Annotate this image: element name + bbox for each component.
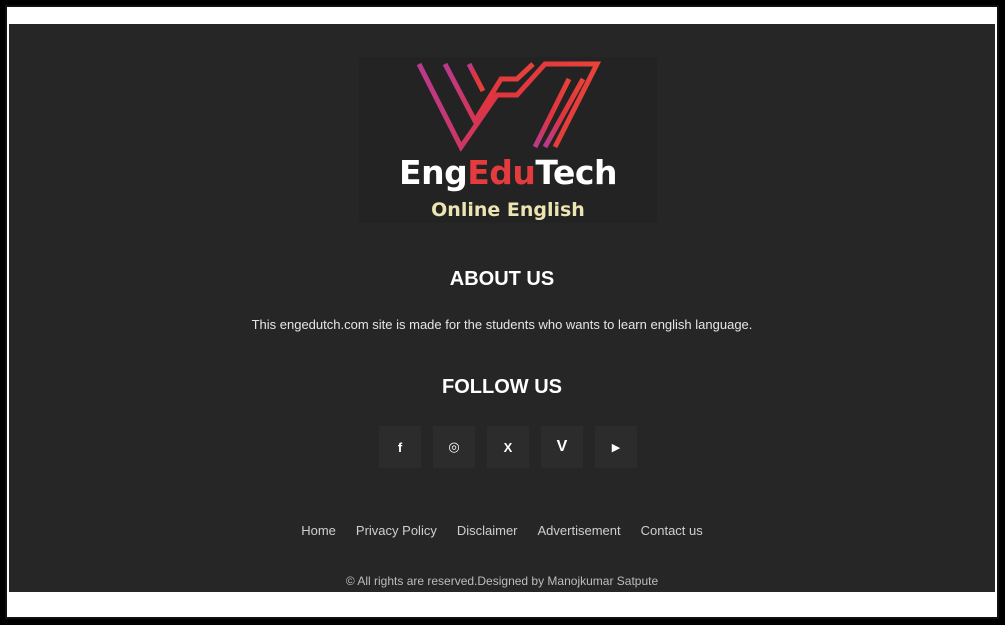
logo-mark-icon xyxy=(416,61,602,152)
brand-name: EngEduTech xyxy=(359,153,657,192)
x-icon: X xyxy=(503,439,513,455)
brand-tagline: Online English xyxy=(431,199,585,221)
site-footer: EngEduTech Online English ABOUT US This … xyxy=(9,24,995,592)
nav-link-contact-us[interactable]: Contact us xyxy=(641,523,703,538)
about-us-text: This engedutch.com site is made for the … xyxy=(251,317,753,332)
instagram-button[interactable]: ◎ xyxy=(433,426,475,468)
footer-nav: Home Privacy Policy Disclaimer Advertise… xyxy=(9,523,995,538)
about-us-heading: ABOUT US xyxy=(449,268,555,290)
brand-name-part-edu: Edu xyxy=(467,153,536,192)
social-links: f ◎ X V ▶ xyxy=(379,426,637,468)
brand-logo[interactable]: EngEduTech Online English xyxy=(359,57,657,223)
youtube-button[interactable]: ▶ xyxy=(595,426,637,468)
facebook-button[interactable]: f xyxy=(379,426,421,468)
youtube-icon: ▶ xyxy=(611,441,621,454)
vimeo-button[interactable]: V xyxy=(541,426,583,468)
facebook-icon: f xyxy=(397,439,403,455)
vimeo-icon: V xyxy=(556,438,568,455)
brand-name-part-eng: Eng xyxy=(399,153,468,192)
instagram-icon: ◎ xyxy=(448,439,460,454)
x-button[interactable]: X xyxy=(487,426,529,468)
nav-link-privacy-policy[interactable]: Privacy Policy xyxy=(356,523,437,538)
follow-us-heading: FOLLOW US xyxy=(442,376,562,398)
brand-name-part-tech: Tech xyxy=(535,153,617,192)
nav-link-home[interactable]: Home xyxy=(301,523,336,538)
nav-link-disclaimer[interactable]: Disclaimer xyxy=(457,523,518,538)
copyright-text: © All rights are reserved.Designed by Ma… xyxy=(345,574,659,588)
nav-link-advertisement[interactable]: Advertisement xyxy=(538,523,621,538)
